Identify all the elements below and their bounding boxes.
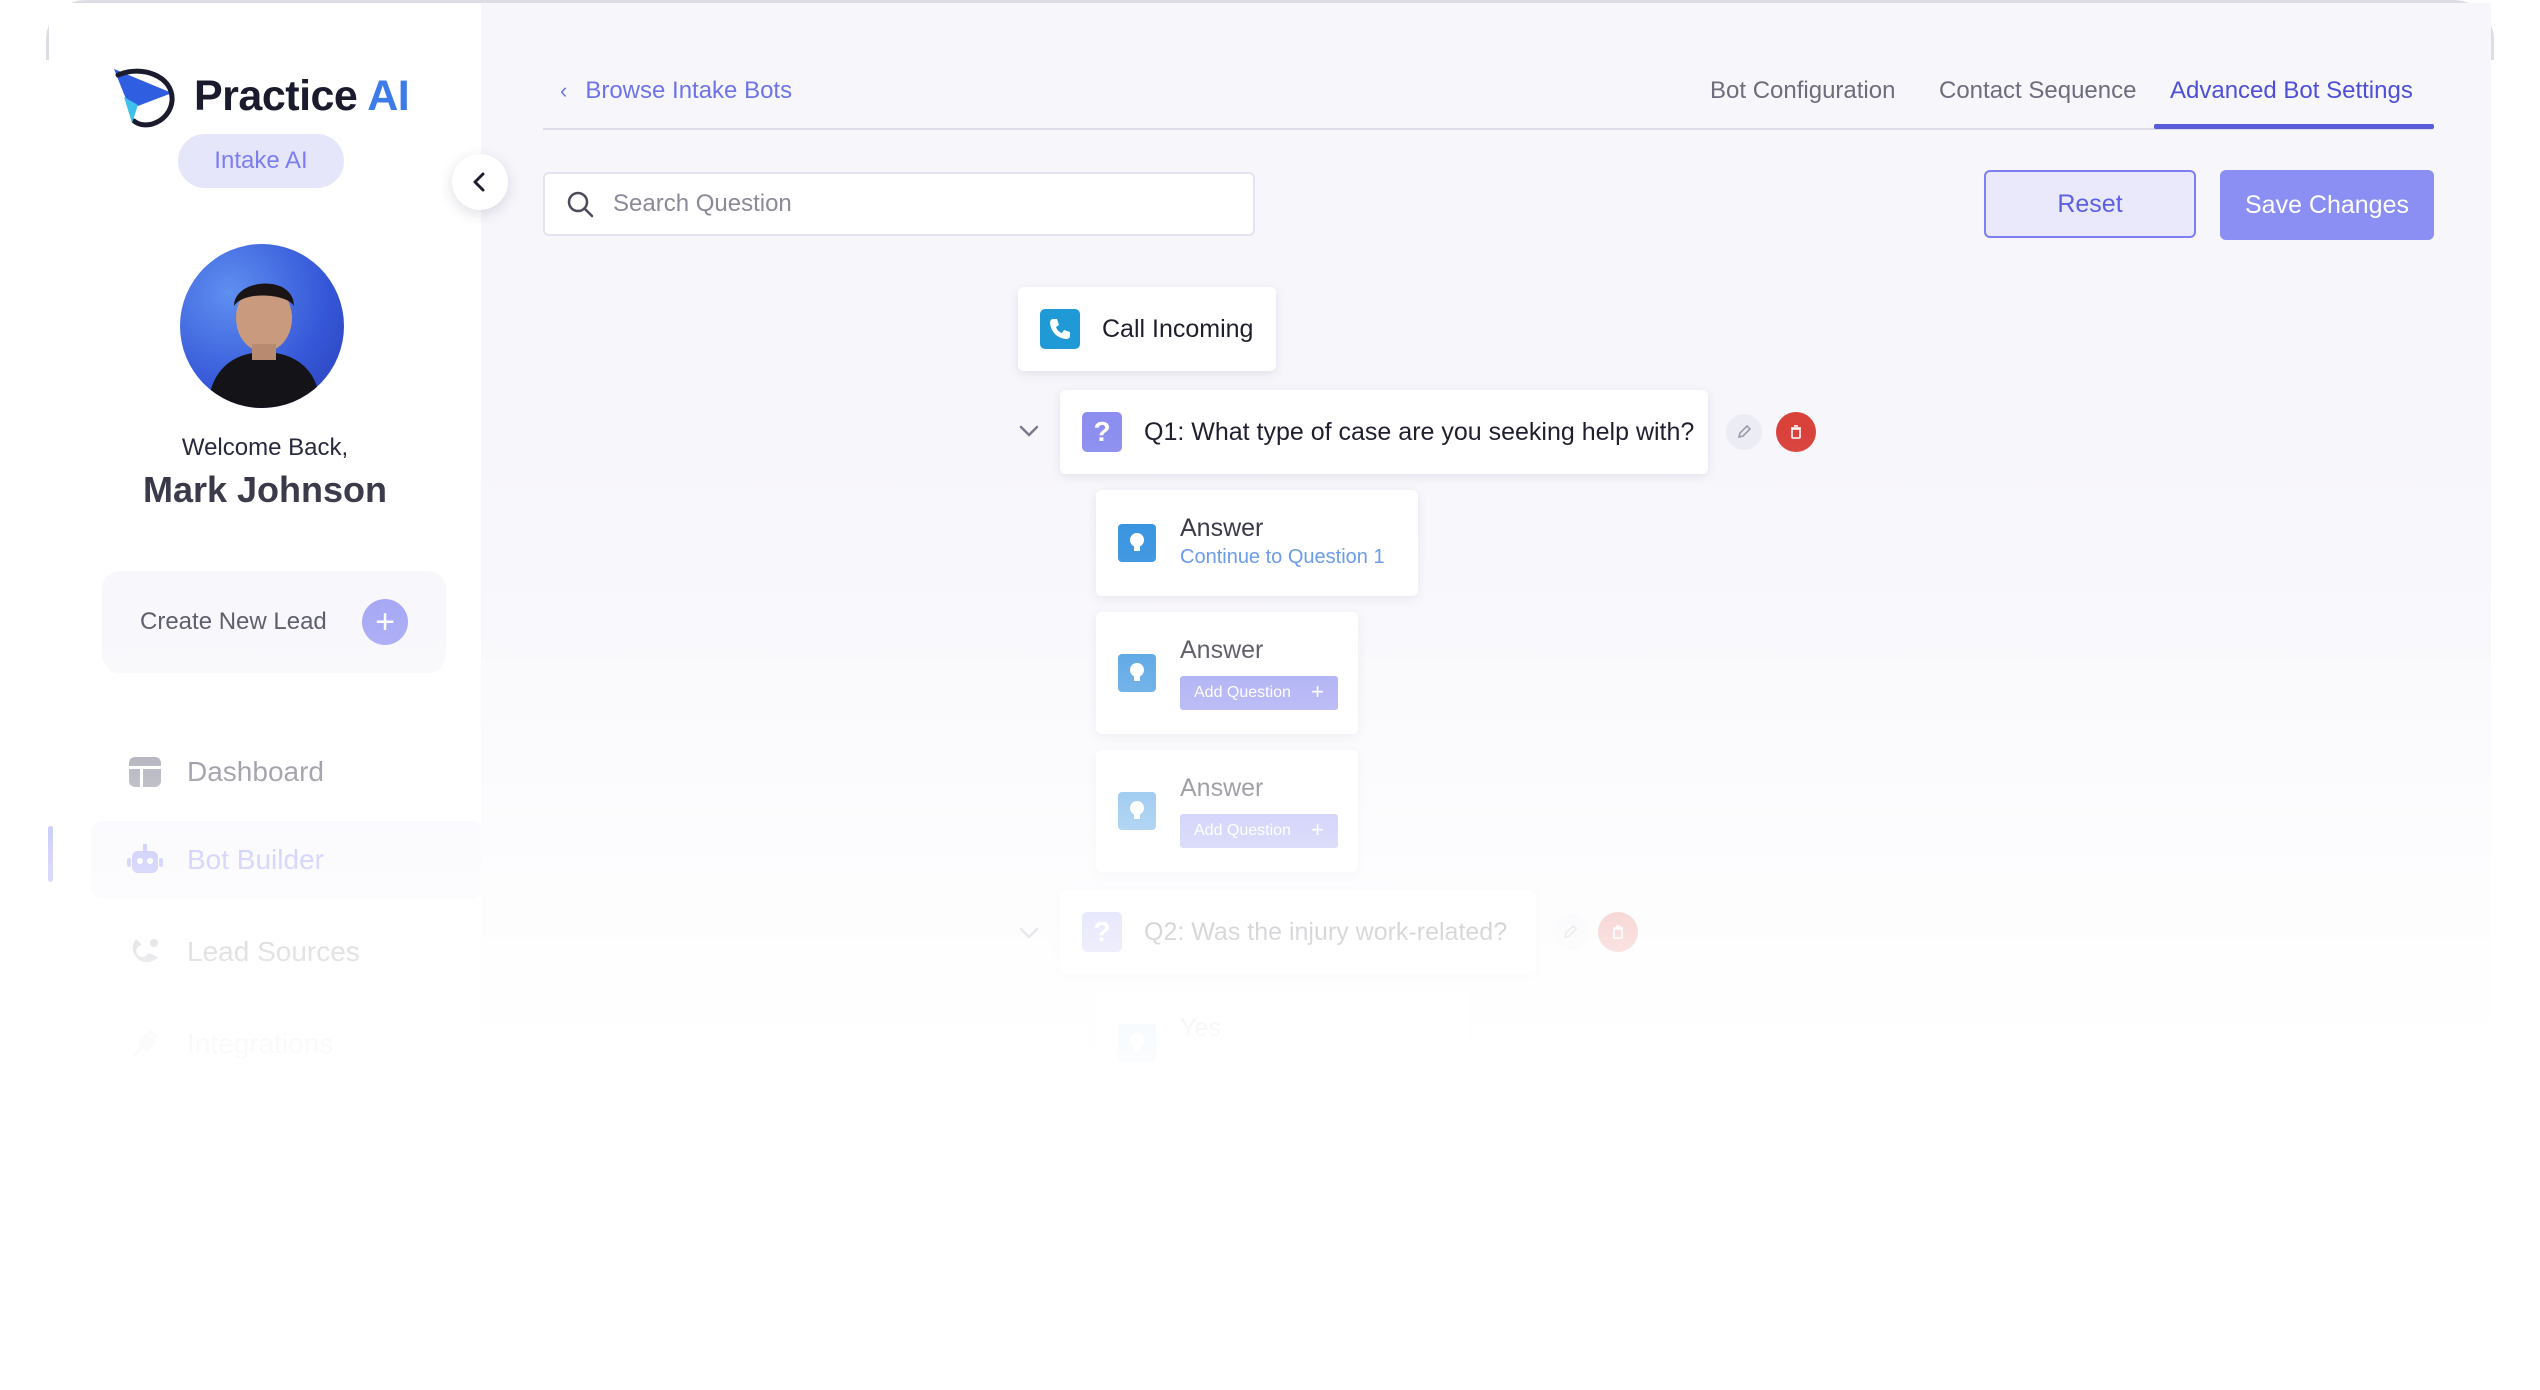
chevron-down-icon[interactable] (1018, 418, 1040, 444)
sidebar-item-label: Dashboard (187, 756, 324, 787)
phone-icon (1040, 309, 1080, 349)
answer-title: Answer (1180, 636, 1264, 664)
chevron-left-icon: ‹ (560, 78, 568, 103)
tab-advanced-bot-settings[interactable]: Advanced Bot Settings (2170, 77, 2413, 105)
save-changes-button[interactable]: Save Changes (2220, 170, 2434, 240)
product-badge: Intake AI (178, 134, 344, 188)
edit-question-button[interactable] (1726, 414, 1762, 450)
logo-icon (114, 68, 175, 128)
delete-question-button[interactable] (1776, 412, 1816, 452)
user-name: Mark Johnson (142, 469, 388, 510)
breadcrumb-label: Browse Intake Bots (585, 77, 793, 104)
logo-text: Practice AI (194, 71, 410, 120)
answer-node[interactable]: Yes (1096, 990, 1468, 1096)
lightbulb-icon (1118, 792, 1156, 830)
search-box[interactable] (543, 172, 1255, 236)
lightbulb-icon (1118, 1024, 1156, 1062)
sidebar-item-integrations[interactable]: Integrations (127, 1009, 333, 1079)
answer-title: Answer (1180, 514, 1264, 542)
question-label: Q1: What type of case are you seeking he… (1144, 417, 1695, 446)
sidebar-item-bot-builder[interactable]: Bot Builder (127, 825, 324, 895)
create-lead-button[interactable]: Create New Lead + (102, 571, 446, 673)
plus-icon: + (1311, 817, 1324, 842)
create-lead-label: Create New Lead (140, 608, 327, 635)
answer-node[interactable]: Answer Add Question + (1096, 750, 1358, 872)
answer-next-step[interactable]: Continue to Question 1 (1180, 546, 1385, 569)
robot-icon (127, 842, 163, 878)
answer-title: Yes (1180, 1014, 1221, 1042)
active-tab-underline (2154, 124, 2434, 129)
answer-title: Answer (1180, 774, 1264, 802)
edit-question-button[interactable] (1552, 914, 1588, 950)
sidebar-item-lead-sources[interactable]: Lead Sources (127, 917, 360, 987)
search-icon (565, 189, 595, 219)
lightbulb-icon (1118, 654, 1156, 692)
chevron-left-icon (473, 172, 485, 192)
tabs-divider (543, 128, 2433, 130)
avatar (180, 244, 344, 408)
plus-icon: + (362, 599, 408, 645)
pencil-icon (1563, 924, 1578, 939)
answer-node[interactable]: Answer Add Question + (1096, 612, 1358, 734)
sidebar: Practice AI Intake AI Welcome Back, Mark… (49, 3, 483, 1103)
trash-icon (1791, 425, 1801, 439)
logo: Practice AI (110, 61, 410, 131)
lead-sources-icon (127, 934, 163, 970)
question-node-q1[interactable]: ? Q1: What type of case are you seeking … (1060, 390, 1708, 474)
lightbulb-icon (1118, 524, 1156, 562)
sidebar-item-label: Integrations (187, 1028, 334, 1059)
tab-contact-sequence[interactable]: Contact Sequence (1939, 77, 2136, 105)
add-question-button[interactable]: Add Question + (1180, 814, 1338, 848)
trash-icon (1613, 925, 1623, 939)
add-question-button[interactable]: Add Question + (1180, 676, 1338, 710)
sidebar-item-dashboard[interactable]: Dashboard (127, 737, 324, 807)
welcome-text: Welcome Back, (181, 434, 349, 461)
plus-icon: + (1311, 679, 1324, 704)
sidebar-item-label: Bot Builder (187, 844, 324, 875)
pencil-icon (1737, 424, 1752, 439)
question-label: Q2: Was the injury work-related? (1144, 917, 1508, 946)
question-icon: ? (1082, 412, 1122, 452)
delete-question-button[interactable] (1598, 912, 1638, 952)
answer-node[interactable]: Answer Continue to Question 1 (1096, 490, 1418, 596)
dashboard-icon (127, 754, 163, 790)
call-incoming-label: Call Incoming (1102, 314, 1254, 343)
plug-icon (127, 1026, 163, 1062)
search-input[interactable] (611, 189, 1215, 219)
question-icon: ? (1082, 912, 1122, 952)
sidebar-item-label: Lead Sources (187, 936, 360, 967)
question-node-q2[interactable]: ? Q2: Was the injury work-related? (1060, 890, 1536, 974)
chevron-down-icon[interactable] (1018, 920, 1040, 946)
tab-bot-configuration[interactable]: Bot Configuration (1710, 77, 1895, 105)
collapse-sidebar-button[interactable] (452, 154, 508, 210)
nav-active-indicator (48, 826, 53, 882)
breadcrumb[interactable]: ‹ Browse Intake Bots (560, 77, 792, 105)
reset-button[interactable]: Reset (1984, 170, 2196, 238)
call-incoming-node[interactable]: Call Incoming (1018, 287, 1276, 371)
